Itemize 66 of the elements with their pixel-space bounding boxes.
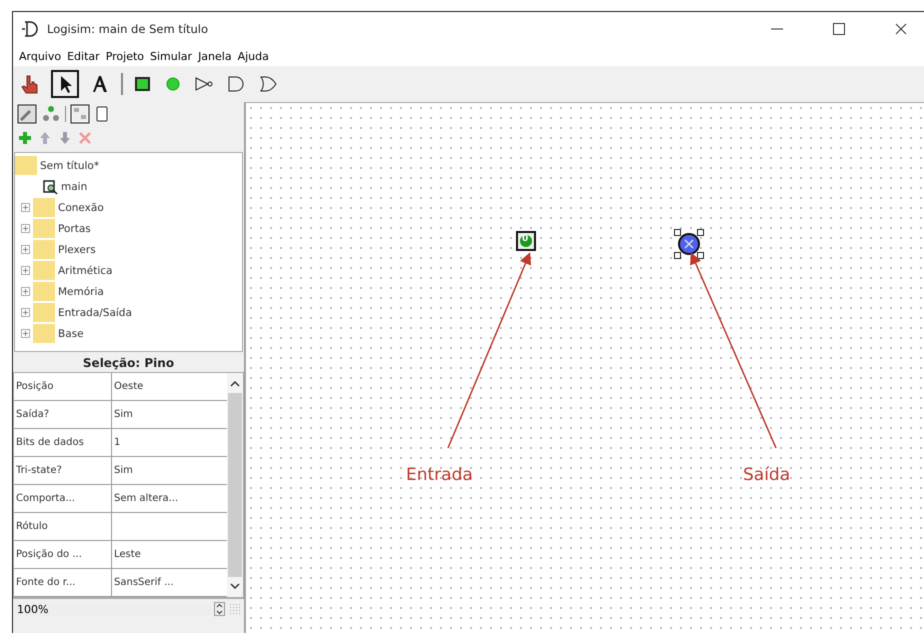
circuit-icon	[42, 178, 58, 194]
folder-icon	[15, 156, 37, 175]
tree-item[interactable]: Sem título*	[40, 160, 100, 172]
menu-item[interactable]: Editar	[67, 50, 100, 62]
folder-icon	[33, 198, 55, 217]
property-name: Comporta...	[14, 485, 112, 512]
tree-item[interactable]: Base	[58, 328, 84, 340]
property-name: Saída?	[14, 401, 112, 428]
window-title: Logisim: main de Sem título	[47, 22, 208, 36]
menu-item[interactable]: Ajuda	[238, 50, 269, 62]
panel-title: Seleção: Pino	[82, 355, 176, 372]
property-name: Bits de dados	[14, 429, 112, 456]
page-icon[interactable]	[94, 104, 110, 124]
tree-item[interactable]: Memória	[58, 286, 104, 298]
folder-icon	[33, 303, 55, 322]
close-icon[interactable]	[894, 22, 908, 36]
expand-icon[interactable]	[21, 203, 30, 212]
input-pin-icon[interactable]	[133, 74, 153, 94]
expand-icon[interactable]	[21, 329, 30, 338]
tree-item[interactable]: Entrada/Saída	[58, 306, 132, 318]
annotation-label: Entrada	[406, 465, 473, 485]
scroll-up-icon[interactable]	[230, 379, 240, 387]
spinner-icon[interactable]	[214, 602, 225, 616]
expand-icon[interactable]	[21, 287, 30, 296]
property-value[interactable]: Leste	[112, 541, 227, 568]
property-value[interactable]: SansSerif ...	[112, 569, 227, 596]
output-pin[interactable]	[674, 229, 704, 259]
scrollbar[interactable]	[227, 373, 243, 597]
expand-icon[interactable]	[21, 245, 30, 254]
or-gate-icon[interactable]	[257, 74, 279, 94]
maximize-icon[interactable]	[832, 22, 846, 36]
property-name: Fonte do r...	[14, 569, 112, 596]
tree-item[interactable]: Conexão	[58, 202, 104, 214]
property-value[interactable]: Sim	[112, 457, 227, 484]
tree-item[interactable]: Aritmética	[58, 264, 112, 276]
wrench-icon[interactable]	[17, 104, 37, 124]
add-icon[interactable]	[17, 130, 33, 146]
expand-icon[interactable]	[21, 266, 30, 275]
property-value[interactable]: Sim	[112, 401, 227, 428]
folder-icon	[33, 261, 55, 280]
menu-item[interactable]: Janela	[198, 50, 232, 62]
property-value[interactable]: Sem altera...	[112, 485, 227, 512]
annotation-label: Saída	[743, 465, 790, 485]
folder-icon	[33, 324, 55, 343]
property-name: Rótulo	[14, 513, 112, 540]
tree-item[interactable]: Plexers	[58, 244, 96, 256]
circuit-canvas[interactable]: 0 Entrada Saída	[245, 102, 924, 633]
property-name: Posição do ...	[14, 541, 112, 568]
property-name: Posição	[14, 373, 112, 400]
tree-item[interactable]: Portas	[58, 222, 91, 234]
folder-icon	[33, 282, 55, 301]
expand-icon[interactable]	[21, 308, 30, 317]
menu-item[interactable]: Projeto	[106, 50, 144, 62]
tree-item[interactable]: main	[61, 180, 88, 192]
property-value[interactable]: Oeste	[112, 373, 227, 400]
property-value[interactable]: 1	[112, 429, 227, 456]
menu-item[interactable]: Simular	[150, 50, 192, 62]
folder-icon	[33, 240, 55, 259]
pin-value: 0	[522, 234, 528, 244]
input-pin[interactable]	[514, 229, 538, 253]
property-name: Tri-state?	[14, 457, 112, 484]
folder-icon	[33, 219, 55, 238]
layout-icon[interactable]	[70, 104, 90, 124]
scroll-down-icon[interactable]	[230, 583, 240, 591]
expand-icon[interactable]	[21, 224, 30, 233]
menu-item[interactable]: Arquivo	[19, 50, 62, 62]
